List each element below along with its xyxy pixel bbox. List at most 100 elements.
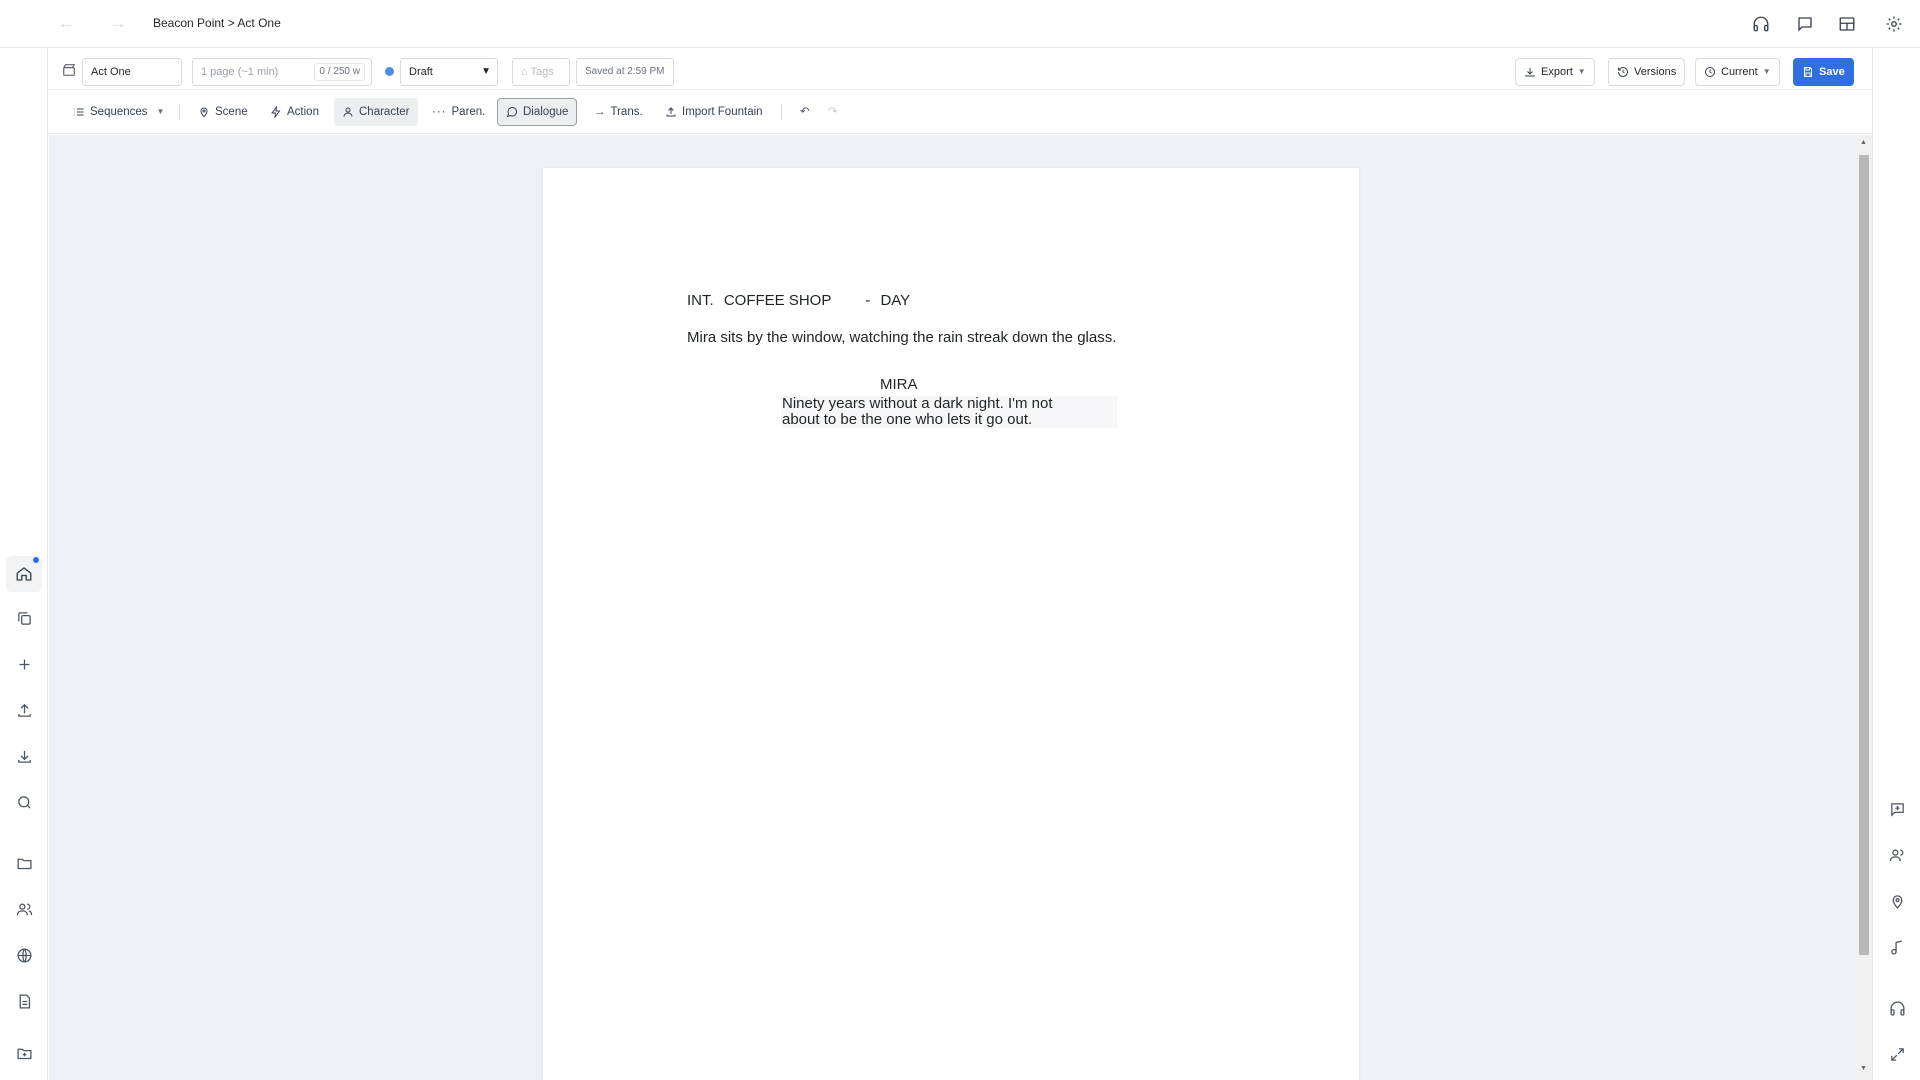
- export-button[interactable]: Export ▼: [1515, 58, 1595, 86]
- character-name[interactable]: MIRA: [880, 376, 918, 393]
- current-label: Current: [1721, 66, 1758, 78]
- sequences-dropdown[interactable]: Sequences ▼: [65, 98, 172, 126]
- saved-status: Saved at 2:59 PM: [576, 58, 674, 86]
- document-toolbar: Act One 1 page (~1 min) 0 / 250 w Draft …: [48, 48, 1872, 90]
- clapperboard-icon: [62, 63, 76, 77]
- transition-button[interactable]: → Trans.: [586, 98, 651, 126]
- right-sidebar: [1872, 48, 1920, 1080]
- chevron-down-icon: ▼: [481, 66, 491, 77]
- sequences-label: Sequences: [90, 106, 148, 118]
- download-icon: [1524, 66, 1536, 78]
- users-icon[interactable]: [12, 897, 36, 921]
- chevron-down-icon: ▼: [156, 107, 165, 116]
- versions-label: Versions: [1634, 66, 1677, 78]
- breadcrumb[interactable]: Beacon Point > Act One: [153, 16, 281, 30]
- globe-icon[interactable]: [12, 943, 36, 967]
- top-bar: ← → Beacon Point > Act One: [0, 0, 1920, 48]
- user-icon: [342, 106, 354, 118]
- layout-icon[interactable]: [1835, 12, 1859, 36]
- import-label: Import Fountain: [682, 106, 763, 118]
- character-label: Character: [359, 106, 410, 118]
- tags-field[interactable]: ⌂ Tags: [512, 58, 570, 86]
- arrow-right-icon: →: [594, 106, 606, 118]
- export-label: Export: [1541, 66, 1573, 78]
- scroll-up-icon[interactable]: ▲: [1860, 139, 1867, 146]
- folder-import-icon[interactable]: [12, 1041, 36, 1065]
- music-note-icon[interactable]: [1885, 935, 1909, 959]
- action-line[interactable]: Mira sits by the window, watching the ra…: [687, 329, 1116, 346]
- page-count: 1 page (~1 min): [201, 66, 279, 78]
- status-select[interactable]: Draft ▼: [400, 58, 498, 86]
- page-count-field: 1 page (~1 min) 0 / 250 w: [192, 58, 372, 86]
- forward-arrow-icon[interactable]: →: [108, 14, 128, 34]
- scene-label: Scene: [215, 106, 248, 118]
- scene-heading[interactable]: INT. COFFEE SHOP - DAY: [687, 292, 910, 309]
- scene-time: DAY: [880, 292, 911, 309]
- redo-icon[interactable]: ↷: [820, 98, 846, 126]
- action-button[interactable]: Action: [262, 98, 327, 126]
- folder-icon[interactable]: [12, 851, 36, 875]
- scene-location: COFFEE SHOP: [723, 292, 832, 309]
- scroll-down-icon[interactable]: ▼: [1860, 1065, 1867, 1072]
- plus-icon[interactable]: [12, 652, 36, 676]
- left-sidebar: [0, 48, 48, 1080]
- dialogue-button[interactable]: Dialogue: [497, 98, 578, 126]
- parenthetical-button[interactable]: ··· Paren.: [424, 98, 493, 126]
- location-pin-icon[interactable]: [1885, 889, 1909, 913]
- history-icon: [1617, 66, 1629, 78]
- headphones-icon[interactable]: [1749, 12, 1773, 36]
- expand-icon[interactable]: [1885, 1042, 1909, 1066]
- versions-button[interactable]: Versions: [1608, 58, 1686, 86]
- add-comment-icon[interactable]: [1885, 797, 1909, 821]
- save-label: Save: [1819, 66, 1845, 78]
- lightning-icon: [270, 106, 282, 118]
- trans-label: Trans.: [610, 106, 643, 118]
- headphones-icon[interactable]: [1885, 996, 1909, 1020]
- title-input[interactable]: Act One: [82, 58, 182, 86]
- chevron-down-icon: ▼: [1762, 67, 1771, 76]
- search-icon[interactable]: [12, 790, 36, 814]
- dialogue-block[interactable]: Ninety years without a dark night. I'm n…: [782, 396, 1053, 428]
- copy-icon[interactable]: [12, 606, 36, 630]
- location-pin-icon: [198, 106, 210, 118]
- notification-dot: [33, 557, 39, 563]
- status-value: Draft: [409, 66, 433, 78]
- scrollbar-thumb[interactable]: [1859, 155, 1869, 955]
- characters-icon[interactable]: [1885, 843, 1909, 867]
- save-button[interactable]: Save: [1793, 58, 1854, 86]
- chevron-down-icon: ▼: [1577, 67, 1586, 76]
- vertical-scrollbar[interactable]: ▲ ▼: [1856, 135, 1872, 1080]
- paren-label: Paren.: [451, 106, 486, 118]
- import-fountain-button[interactable]: Import Fountain: [657, 98, 771, 126]
- script-page[interactable]: INT. COFFEE SHOP - DAY Mira sits by the …: [543, 168, 1359, 1080]
- word-count: 0 / 250 w: [314, 63, 365, 81]
- element-toolbar: Sequences ▼ Scene Action Character ··· P…: [48, 90, 1872, 134]
- ellipsis-icon: ···: [432, 106, 447, 118]
- scene-dash: -: [865, 292, 871, 309]
- scene-button[interactable]: Scene: [190, 98, 256, 126]
- gear-icon[interactable]: [1882, 12, 1906, 36]
- action-label: Action: [287, 106, 319, 118]
- list-icon: [73, 106, 85, 118]
- document-icon[interactable]: [12, 989, 36, 1013]
- comment-icon[interactable]: [1793, 12, 1817, 36]
- current-version-select[interactable]: Current ▼: [1695, 58, 1780, 86]
- clock-icon: [1704, 66, 1716, 78]
- toolbar-divider: [179, 104, 180, 120]
- tag-icon: ⌂: [521, 66, 528, 78]
- save-icon: [1802, 66, 1814, 78]
- speech-bubble-icon: [506, 106, 518, 118]
- scene-int: INT.: [687, 292, 714, 309]
- toolbar-divider: [781, 104, 782, 120]
- dialogue-label: Dialogue: [523, 106, 569, 118]
- dialogue-line: about to be the one who lets it go out.: [782, 411, 1033, 428]
- status-dot: [385, 67, 394, 76]
- dialogue-line: Ninety years without a dark night. I'm n…: [782, 395, 1053, 412]
- upload-icon: [665, 106, 677, 118]
- download-icon[interactable]: [12, 744, 36, 768]
- tags-placeholder: Tags: [530, 66, 554, 78]
- character-button[interactable]: Character: [334, 98, 418, 126]
- back-arrow-icon[interactable]: ←: [56, 14, 76, 34]
- upload-icon[interactable]: [12, 698, 36, 722]
- undo-icon[interactable]: ↶: [792, 98, 818, 126]
